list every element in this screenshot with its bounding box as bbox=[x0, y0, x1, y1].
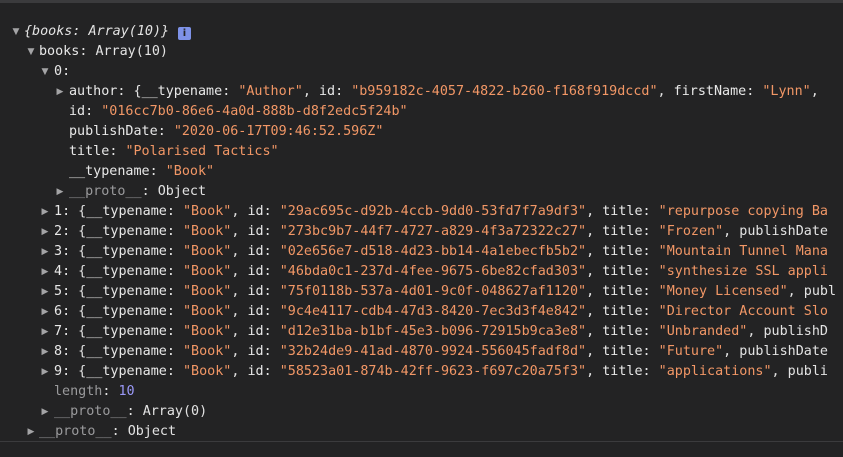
expanded-triangle-icon[interactable]: ▼ bbox=[39, 62, 51, 82]
length-entry: length: 10 bbox=[54, 384, 135, 399]
book-row-preview: 2: {__typename: "Book", id: "273bc9b7-44… bbox=[54, 224, 828, 239]
book-0-typename: __typename: "Book" bbox=[69, 164, 215, 179]
expanded-triangle-icon[interactable]: ▼ bbox=[10, 22, 22, 42]
book-row[interactable]: ▶ 7: {__typename: "Book", id: "d12e31ba-b… bbox=[0, 322, 843, 342]
book-row-preview: 1: {__typename: "Book", id: "29ac695c-d9… bbox=[54, 204, 828, 219]
book-rows-list: ▶ 1: {__typename: "Book", id: "29ac695c-d… bbox=[0, 202, 843, 382]
root-object-row[interactable]: ▼ {books: Array(10)} i bbox=[0, 22, 843, 42]
book-row-preview: 7: {__typename: "Book", id: "d12e31ba-b1… bbox=[54, 324, 828, 339]
collapsed-triangle-icon[interactable]: ▶ bbox=[39, 322, 51, 342]
book-row[interactable]: ▶ 8: {__typename: "Book", id: "32b24de9-4… bbox=[0, 342, 843, 362]
length-row: length: 10 bbox=[0, 382, 843, 402]
book-0-id: id: "016cc7b0-86e6-4a0d-888b-d8f2edc5f24… bbox=[69, 104, 408, 119]
books-entry: books: Array(10) bbox=[39, 44, 168, 59]
book-0-index: 0: bbox=[54, 64, 71, 79]
expanded-triangle-icon[interactable]: ▼ bbox=[25, 42, 37, 62]
root-proto-row[interactable]: ▶ __proto__: Object bbox=[0, 422, 843, 442]
book-row[interactable]: ▶ 5: {__typename: "Book", id: "75f0118b-5… bbox=[0, 282, 843, 302]
collapsed-triangle-icon[interactable]: ▶ bbox=[39, 342, 51, 362]
console-object-tree: ▼ {books: Array(10)} i ▼ books: Array(10… bbox=[0, 22, 843, 442]
collapsed-triangle-icon[interactable]: ▶ bbox=[39, 262, 51, 282]
book-0-row[interactable]: ▼ 0: bbox=[0, 62, 843, 82]
author-row[interactable]: ▶ author: {__typename: "Author", id: "b9… bbox=[0, 82, 843, 102]
collapsed-triangle-icon[interactable]: ▶ bbox=[39, 202, 51, 222]
book-row-preview: 4: {__typename: "Book", id: "46bda0c1-23… bbox=[54, 264, 828, 279]
collapsed-triangle-icon[interactable]: ▶ bbox=[25, 422, 37, 442]
book-row-preview: 8: {__typename: "Book", id: "32b24de9-41… bbox=[54, 344, 828, 359]
book-0-typename-row: __typename: "Book" bbox=[0, 162, 843, 182]
info-icon: i bbox=[170, 22, 191, 42]
book-0-publishdate-row: publishDate: "2020-06-17T09:46:52.596Z" bbox=[0, 122, 843, 142]
book-row[interactable]: ▶ 9: {__typename: "Book", id: "58523a01-8… bbox=[0, 362, 843, 382]
book-row-preview: 6: {__typename: "Book", id: "9c4e4117-cd… bbox=[54, 304, 828, 319]
book-0-proto-row[interactable]: ▶ __proto__: Object bbox=[0, 182, 843, 202]
collapsed-triangle-icon[interactable]: ▶ bbox=[39, 302, 51, 322]
root-proto: __proto__: Object bbox=[39, 424, 177, 439]
author-entry: author: {__typename: "Author", id: "b959… bbox=[69, 84, 819, 99]
book-row-preview: 3: {__typename: "Book", id: "02e656e7-d5… bbox=[54, 244, 828, 259]
book-row-preview: 9: {__typename: "Book", id: "58523a01-87… bbox=[54, 364, 828, 379]
collapsed-triangle-icon[interactable]: ▶ bbox=[39, 402, 51, 422]
root-summary: {books: Array(10)} bbox=[24, 24, 170, 39]
books-row[interactable]: ▼ books: Array(10) bbox=[0, 42, 843, 62]
collapsed-triangle-icon[interactable]: ▶ bbox=[39, 282, 51, 302]
top-border bbox=[0, 0, 843, 3]
collapsed-triangle-icon[interactable]: ▶ bbox=[54, 182, 66, 202]
book-0-title-row: title: "Polarised Tactics" bbox=[0, 142, 843, 162]
book-row[interactable]: ▶ 3: {__typename: "Book", id: "02e656e7-d… bbox=[0, 242, 843, 262]
bottom-border bbox=[0, 441, 843, 442]
book-0-publishdate: publishDate: "2020-06-17T09:46:52.596Z" bbox=[69, 124, 384, 139]
collapsed-triangle-icon[interactable]: ▶ bbox=[39, 242, 51, 262]
books-proto: __proto__: Array(0) bbox=[54, 404, 208, 419]
books-proto-row[interactable]: ▶ __proto__: Array(0) bbox=[0, 402, 843, 422]
book-row-preview: 5: {__typename: "Book", id: "75f0118b-53… bbox=[54, 284, 837, 299]
book-row[interactable]: ▶ 1: {__typename: "Book", id: "29ac695c-d… bbox=[0, 202, 843, 222]
book-row[interactable]: ▶ 6: {__typename: "Book", id: "9c4e4117-c… bbox=[0, 302, 843, 322]
book-0-title: title: "Polarised Tactics" bbox=[69, 144, 279, 159]
collapsed-triangle-icon[interactable]: ▶ bbox=[54, 82, 66, 102]
collapsed-triangle-icon[interactable]: ▶ bbox=[39, 362, 51, 382]
book-row[interactable]: ▶ 4: {__typename: "Book", id: "46bda0c1-2… bbox=[0, 262, 843, 282]
book-row[interactable]: ▶ 2: {__typename: "Book", id: "273bc9b7-4… bbox=[0, 222, 843, 242]
collapsed-triangle-icon[interactable]: ▶ bbox=[39, 222, 51, 242]
book-0-proto: __proto__: Object bbox=[69, 184, 207, 199]
book-0-id-row: id: "016cc7b0-86e6-4a0d-888b-d8f2edc5f24… bbox=[0, 102, 843, 122]
